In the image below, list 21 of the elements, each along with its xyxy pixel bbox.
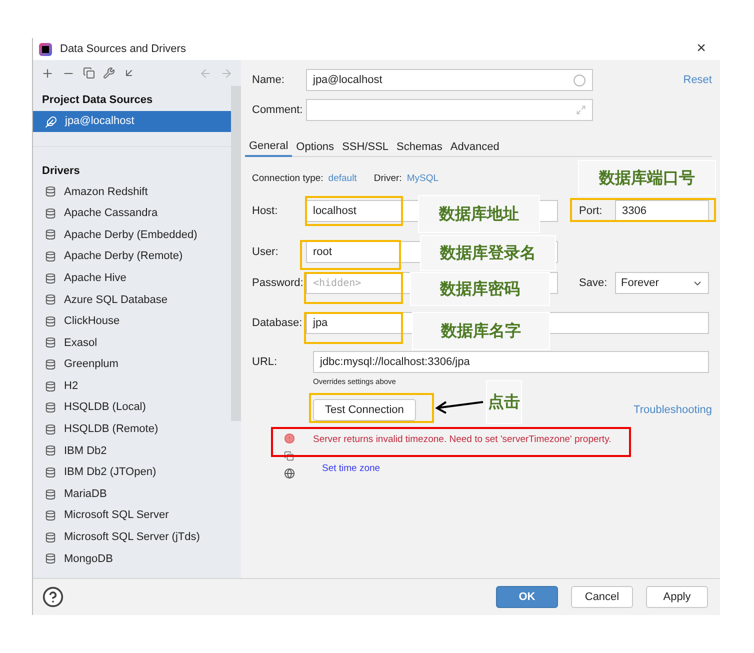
error-message: Server returns invalid timezone. Need to set 'serverTimezone' property.: [313, 433, 612, 448]
field-label: URL:: [252, 354, 278, 370]
window-title: Data Sources and Drivers: [60, 42, 187, 57]
field-label: Host:: [252, 204, 279, 219]
field-label: Comment:: [252, 102, 304, 118]
annotation-tooltip: 数据库登录名: [420, 235, 556, 271]
annotation-tooltip: 点击: [486, 380, 522, 424]
annotation-tooltip: 数据库地址: [418, 195, 540, 233]
section-heading: Project Data Sources: [41, 92, 154, 108]
annotation-tooltip: 数据库名字: [412, 312, 550, 350]
field-label: Database:: [252, 316, 304, 331]
field-label: Port:: [579, 204, 604, 219]
field-label: Password:: [252, 276, 304, 291]
section-heading: Drivers: [41, 164, 81, 179]
field-label: Save:: [579, 276, 608, 291]
field-label: Name:: [252, 72, 286, 88]
annotation-tooltip: 数据库密码: [410, 272, 550, 306]
connection-type-label: Connection type:: [252, 172, 324, 186]
driver-label: Driver:: [374, 172, 402, 186]
field-label: User:: [252, 244, 280, 260]
annotation-tooltip: 数据库端口号: [578, 160, 716, 196]
